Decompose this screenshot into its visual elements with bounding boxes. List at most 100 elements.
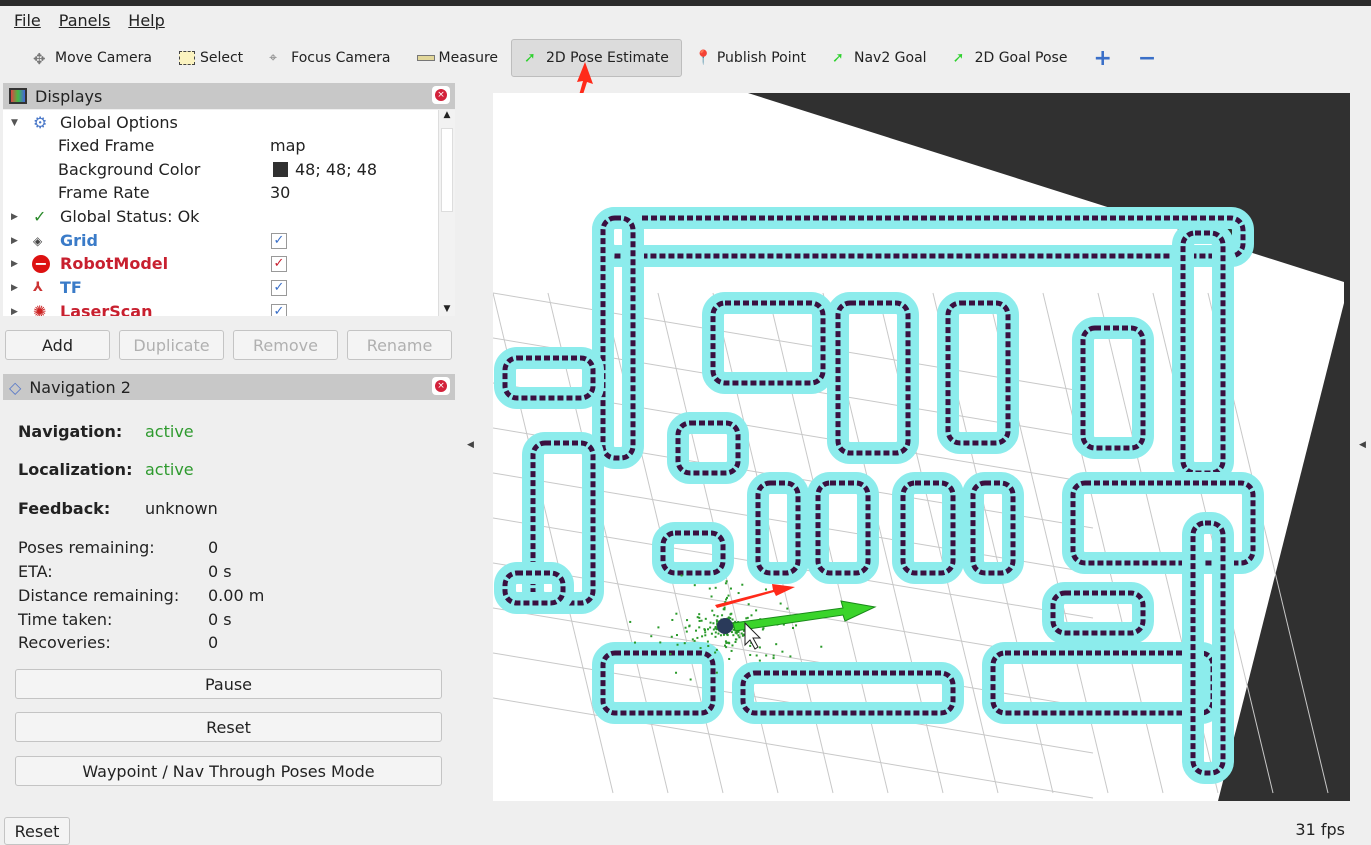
tree-row-grid[interactable]: ▶ ◈ Grid ✓ <box>3 229 438 252</box>
publish-point-button[interactable]: 📍 Publish Point <box>682 39 819 77</box>
reset-nav-button[interactable]: Reset <box>15 712 442 742</box>
particle <box>729 587 732 590</box>
robotmodel-checkbox[interactable]: ✓ <box>271 255 287 272</box>
particle <box>684 626 687 629</box>
pause-button[interactable]: Pause <box>15 669 442 699</box>
particle <box>629 620 632 623</box>
menu-bar: File Panels Help <box>0 6 1371 34</box>
particle <box>706 640 709 643</box>
remove-button[interactable]: Remove <box>233 330 338 360</box>
tree-row-tf[interactable]: ▶ ⅄ TF ✓ <box>3 276 438 299</box>
select-button[interactable]: Select <box>165 39 256 77</box>
3d-viewport[interactable] <box>493 93 1350 801</box>
tree-row-global-options[interactable]: ▼ ⚙ Global Options <box>3 111 438 134</box>
duplicate-button[interactable]: Duplicate <box>119 330 224 360</box>
particle <box>688 625 691 628</box>
particle <box>781 650 784 653</box>
particle <box>659 641 662 644</box>
tree-row-global-status[interactable]: ▶ ✓ Global Status: Ok <box>3 205 438 228</box>
pose-estimate-button[interactable]: ➚ 2D Pose Estimate <box>511 39 682 77</box>
tree-row-background-color[interactable]: Background Color 48; 48; 48 <box>3 158 438 181</box>
particle <box>717 632 720 635</box>
particle <box>755 609 758 612</box>
menu-file[interactable]: File <box>14 11 41 30</box>
particle <box>746 616 749 619</box>
particle <box>716 620 719 623</box>
particle <box>725 641 728 644</box>
particle <box>716 615 719 618</box>
particle <box>714 625 717 628</box>
reset-view-button[interactable]: Reset <box>4 817 70 845</box>
menu-help[interactable]: Help <box>128 11 164 30</box>
fixed-frame-value[interactable]: map <box>270 136 306 155</box>
grid-checkbox[interactable]: ✓ <box>271 232 287 249</box>
particle <box>671 618 674 621</box>
tree-row-laserscan[interactable]: ▶ ✺ LaserScan ✓ <box>3 300 438 316</box>
tree-row-frame-rate[interactable]: Frame Rate 30 <box>3 181 438 204</box>
displays-panel-header: Displays × <box>3 83 455 109</box>
map-render[interactable] <box>493 93 1350 801</box>
particle <box>712 622 715 625</box>
measure-button[interactable]: Measure <box>404 39 512 77</box>
tf-checkbox[interactable]: ✓ <box>271 279 287 296</box>
particle <box>737 592 740 595</box>
particle <box>675 671 678 674</box>
goal-pose-button[interactable]: ➚ 2D Goal Pose <box>940 39 1081 77</box>
stat-poses-remaining: Poses remaining: 0 <box>18 538 219 557</box>
particle <box>732 634 735 637</box>
waypoint-mode-button[interactable]: Waypoint / Nav Through Poses Mode <box>15 756 442 786</box>
scroll-up-icon[interactable]: ▲ <box>439 110 455 120</box>
rename-button[interactable]: Rename <box>347 330 452 360</box>
particle <box>670 635 673 638</box>
particle <box>708 587 711 590</box>
stat-eta: ETA: 0 s <box>18 562 232 581</box>
close-displays-button[interactable]: × <box>432 86 450 104</box>
nav2-goal-button[interactable]: ➚ Nav2 Goal <box>819 39 940 77</box>
menu-panels[interactable]: Panels <box>59 11 111 30</box>
remove-tool-button[interactable]: − <box>1125 39 1169 77</box>
particle <box>699 646 702 649</box>
particle <box>726 596 729 599</box>
particle <box>704 631 707 634</box>
particle <box>714 631 717 634</box>
particle <box>749 653 752 656</box>
displays-scrollbar[interactable]: ▲ ▼ <box>438 110 455 316</box>
particle <box>675 634 678 637</box>
collapse-left-handle[interactable]: ◀ <box>467 440 474 450</box>
collapse-right-handle[interactable]: ◀ <box>1359 440 1366 450</box>
monitor-icon <box>9 88 27 104</box>
close-nav2-button[interactable]: × <box>432 377 450 395</box>
nav2-panel-header: ◇ Navigation 2 × <box>3 374 455 400</box>
particle <box>710 595 713 598</box>
publish-point-icon: 📍 <box>694 50 713 66</box>
particle <box>772 654 775 657</box>
check-icon: ✓ <box>33 207 47 226</box>
laserscan-checkbox[interactable]: ✓ <box>271 303 287 316</box>
move-camera-button[interactable]: ✥ Move Camera <box>20 39 165 77</box>
navigation-status: active <box>145 422 194 441</box>
particle <box>657 626 660 629</box>
scrollbar-thumb[interactable] <box>441 128 453 212</box>
particle <box>765 654 768 657</box>
particle <box>683 642 686 645</box>
particle <box>704 617 707 620</box>
particle <box>772 657 775 660</box>
focus-camera-button[interactable]: ⌖ Focus Camera <box>256 39 403 77</box>
add-button[interactable]: Add <box>5 330 110 360</box>
particle <box>689 678 692 681</box>
tree-row-robotmodel[interactable]: ▶ − RobotModel ✓ <box>3 252 438 275</box>
particle <box>715 648 718 651</box>
particle <box>719 634 722 637</box>
pose-estimate-icon: ➚ <box>524 50 536 66</box>
close-icon: × <box>435 89 447 101</box>
particle <box>710 632 713 635</box>
particle <box>700 619 703 622</box>
particle <box>749 644 752 647</box>
particle <box>730 649 733 652</box>
scroll-down-icon[interactable]: ▼ <box>439 304 455 314</box>
focus-camera-icon: ⌖ <box>269 50 278 66</box>
add-tool-button[interactable]: + <box>1080 39 1124 77</box>
particle <box>686 619 689 622</box>
particle <box>761 628 764 631</box>
tree-row-fixed-frame[interactable]: Fixed Frame map <box>3 134 438 157</box>
